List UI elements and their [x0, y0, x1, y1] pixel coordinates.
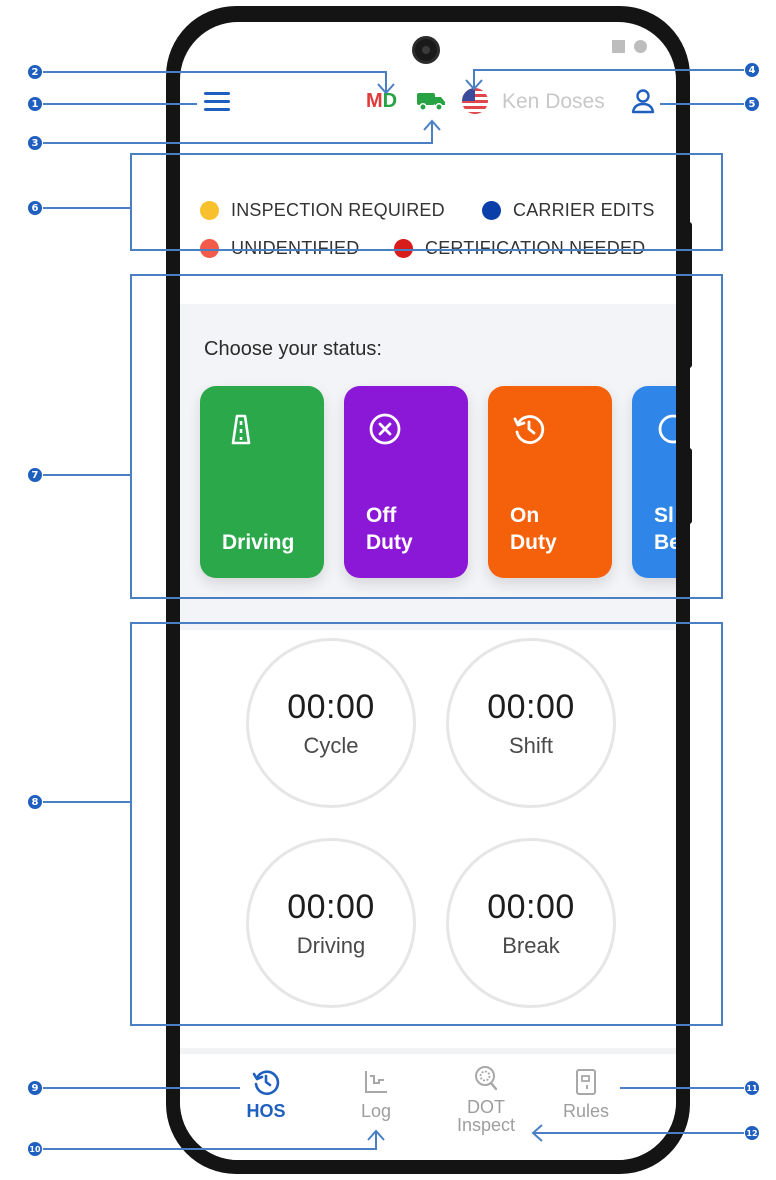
callout-badge-1: 1 [27, 96, 43, 112]
callout-badge-2: 2 [27, 64, 43, 80]
state-code-first: M [366, 90, 383, 112]
state-code-second: D [382, 90, 398, 112]
callout-badge-11: 11 [744, 1080, 760, 1096]
callout-badge-6: 6 [27, 200, 43, 216]
nav-label: HOS [246, 1102, 285, 1120]
callout-box-timers [130, 622, 723, 1026]
nav-label: Rules [563, 1102, 609, 1120]
callout-badge-12: 12 [744, 1125, 760, 1141]
status-bar-square-icon [612, 40, 625, 53]
log-chart-icon [365, 1071, 387, 1093]
nav-label: Log [361, 1102, 391, 1120]
rules-document-icon [576, 1069, 596, 1095]
callout-badge-9: 9 [27, 1080, 43, 1096]
nav-item-rules[interactable]: Rules [536, 1068, 636, 1120]
inspect-magnifier-icon [475, 1066, 498, 1091]
truck-icon[interactable] [416, 90, 446, 112]
callout-badge-7: 7 [27, 467, 43, 483]
nav-label-line2: Inspect [456, 1115, 516, 1135]
user-name: Ken Doses [502, 90, 605, 113]
callout-badge-5: 5 [744, 96, 760, 112]
user-profile-icon[interactable] [630, 88, 656, 114]
callout-badge-10: 10 [27, 1141, 43, 1157]
nav-item-dot-inspect[interactable]: DOT Inspect [436, 1064, 536, 1134]
nav-label-line1: Rules [562, 1101, 610, 1121]
callout-box-legend [130, 153, 723, 251]
nav-label-line1: HOS [246, 1101, 286, 1121]
status-bar-circle-icon [634, 40, 647, 53]
nav-label-line1: Log [360, 1101, 392, 1121]
callout-badge-4: 4 [744, 62, 760, 78]
bottom-navigation: HOS Log DOT Inspect Rules [180, 1048, 676, 1160]
nav-label: DOT Inspect [457, 1098, 515, 1134]
callout-badge-3: 3 [27, 135, 43, 151]
front-camera [412, 36, 440, 64]
us-flag-icon[interactable] [462, 88, 488, 114]
callout-badge-8: 8 [27, 794, 43, 810]
state-code: MD [366, 90, 397, 113]
nav-item-log[interactable]: Log [326, 1068, 426, 1120]
callout-box-status [130, 274, 723, 599]
nav-item-hos[interactable]: HOS [216, 1068, 316, 1120]
history-clock-icon [252, 1070, 280, 1096]
hamburger-menu-icon[interactable] [204, 92, 230, 112]
nav-label-line1: DOT [466, 1097, 505, 1117]
